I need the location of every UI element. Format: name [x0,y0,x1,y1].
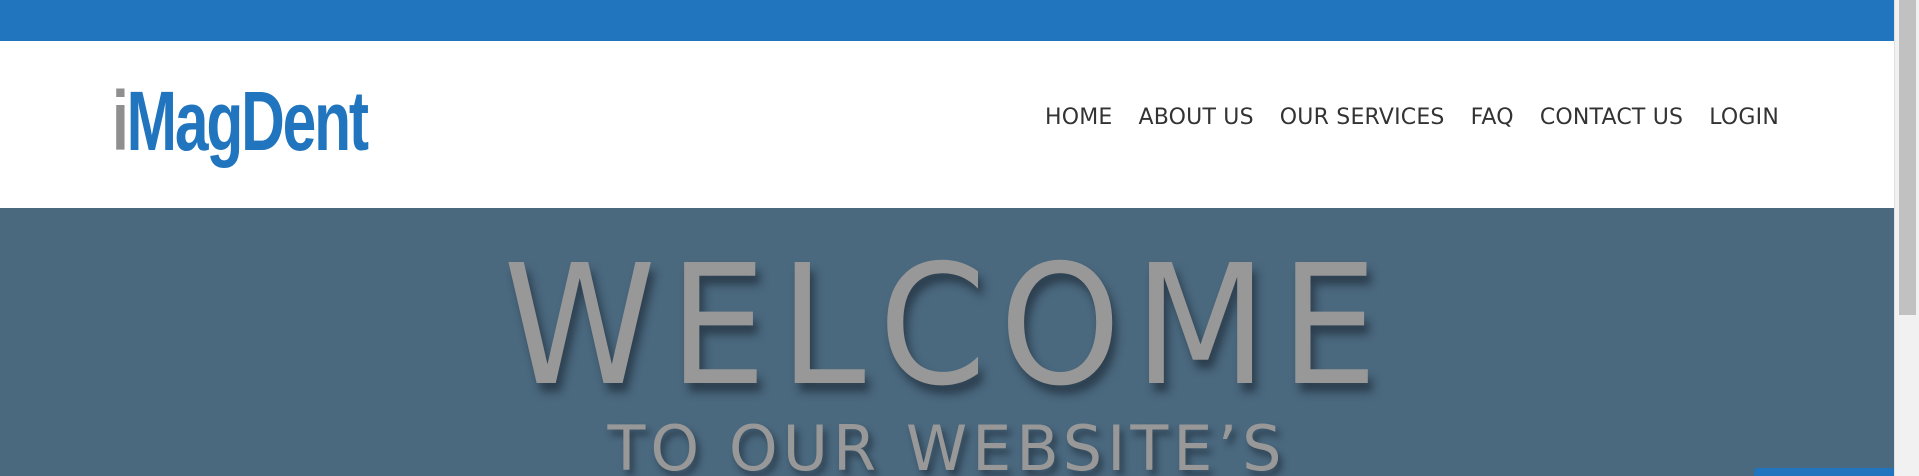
nav-login[interactable]: LOGIN [1709,105,1779,130]
top-accent-bar [0,0,1894,41]
nav-faq[interactable]: FAQ [1471,105,1514,130]
nav-contact-us[interactable]: CONTACT US [1540,105,1683,130]
scrollbar-thumb[interactable] [1899,0,1916,315]
nav-about-us[interactable]: ABOUT US [1139,105,1254,130]
site-logo[interactable]: i MagDent [112,73,369,168]
main-nav: HOME ABOUT US OUR SERVICES FAQ CONTACT U… [1045,105,1779,130]
logo-letter-i: i [112,74,129,168]
page: i MagDent HOME ABOUT US OUR SERVICES FAQ … [0,0,1919,476]
hero-subtitle: TO OUR WEBSITE’S [607,412,1287,476]
vertical-scrollbar[interactable] [1894,0,1919,476]
site-header: i MagDent HOME ABOUT US OUR SERVICES FAQ … [0,41,1894,208]
nav-our-services[interactable]: OUR SERVICES [1280,105,1445,130]
hero-banner: WELCOME TO OUR WEBSITE’S [0,208,1894,476]
nav-home[interactable]: HOME [1045,105,1113,130]
scroll-to-top-button[interactable] [1754,468,1894,476]
logo-wordmark: MagDent [126,74,369,168]
hero-title: WELCOME [503,230,1391,423]
